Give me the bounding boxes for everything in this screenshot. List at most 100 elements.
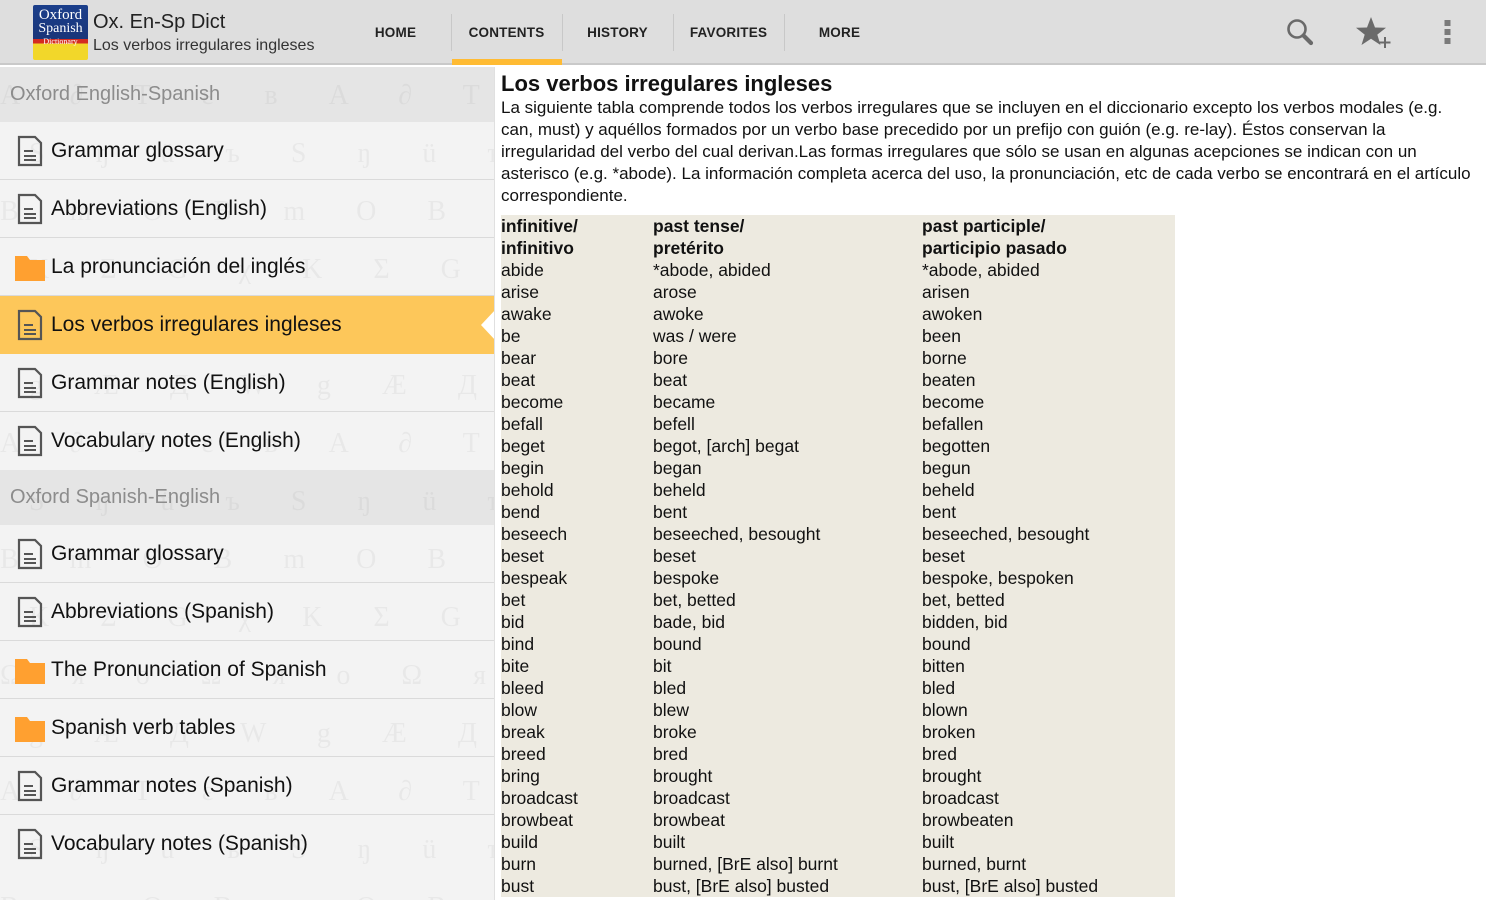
table-row: abide *abode, abided *abode, abided <box>501 259 1175 281</box>
sidebar-item-label: Spanish verb tables <box>51 715 236 739</box>
table-row: befall befell befallen <box>501 413 1175 435</box>
past-tense-cell: bound <box>653 634 702 654</box>
logo-line-3: Dictionary <box>43 37 78 46</box>
sidebar-item-grammar-glossary-en[interactable]: Grammar glossary <box>0 122 494 180</box>
past-tense-cell: beheld <box>653 480 706 500</box>
past-tense-cell: befell <box>653 414 695 434</box>
past-tense-cell: burned, [BrE also] burnt <box>653 854 838 874</box>
infinitive-cell: bust <box>501 876 535 896</box>
sidebar-item-pronunciacion-ingles[interactable]: La pronunciación del inglés <box>0 238 494 296</box>
sidebar-item-grammar-glossary-es[interactable]: Grammar glossary <box>0 525 494 583</box>
infinitive-cell: be <box>501 326 521 346</box>
table-row: bring brought brought <box>501 765 1175 787</box>
tab-more[interactable]: MORE <box>784 0 895 65</box>
infinitive-cell: bear <box>501 348 537 368</box>
past-participle-cell: bled <box>922 678 956 698</box>
search-button[interactable] <box>1280 14 1320 50</box>
past-participle-cell: begun <box>922 458 971 478</box>
document-icon <box>17 538 43 569</box>
past-participle-cell: awoken <box>922 304 983 324</box>
past-tense-cell: blew <box>653 700 689 720</box>
past-participle-cell: become <box>922 392 985 412</box>
sidebar-item-vocabulary-notes-spanish[interactable]: Vocabulary notes (Spanish) <box>0 815 494 873</box>
sidebar-item-label: Abbreviations (English) <box>51 196 267 220</box>
sidebar-item-pronunciation-spanish[interactable]: The Pronunciation of Spanish <box>0 641 494 699</box>
table-row: bespeak bespoke bespoke, bespoken <box>501 567 1175 589</box>
table-row: beat beat beaten <box>501 369 1175 391</box>
past-participle-cell: bitten <box>922 656 965 676</box>
past-tense-cell: beseeched, besought <box>653 524 821 544</box>
header-infinitive: infinitive/infinitivo <box>501 216 578 258</box>
infinitive-cell: befall <box>501 414 543 434</box>
past-tense-cell: bore <box>653 348 689 368</box>
header-past-participle: past participle/participio pasado <box>922 216 1067 258</box>
table-row: build built built <box>501 831 1175 853</box>
past-tense-cell: bit <box>653 656 672 676</box>
infinitive-cell: blow <box>501 700 537 720</box>
past-participle-cell: beheld <box>922 480 975 500</box>
infinitive-cell: bite <box>501 656 530 676</box>
past-participle-cell: beset <box>922 546 965 566</box>
infinitive-cell: breed <box>501 744 546 764</box>
article-content: Los verbos irregulares ingleses La sigui… <box>496 67 1486 900</box>
table-row: bear bore borne <box>501 347 1175 369</box>
past-tense-cell: begot, [arch] begat <box>653 436 799 456</box>
infinitive-cell: beseech <box>501 524 568 544</box>
overflow-menu-icon <box>1444 20 1451 44</box>
tab-home[interactable]: HOME <box>340 0 451 65</box>
table-row: beset beset beset <box>501 545 1175 567</box>
table-row: begin began begun <box>501 457 1175 479</box>
infinitive-cell: bring <box>501 766 540 786</box>
tab-favorites[interactable]: FAVORITES <box>673 0 784 65</box>
infinitive-cell: arise <box>501 282 539 302</box>
table-row: arise arose arisen <box>501 281 1175 303</box>
infinitive-cell: behold <box>501 480 554 500</box>
table-row: break broke broken <box>501 721 1175 743</box>
app-logo[interactable]: Oxford Spanish Dictionary <box>33 5 88 60</box>
sidebar-item-spanish-verb-tables[interactable]: Spanish verb tables <box>0 699 494 757</box>
table-row: become became become <box>501 391 1175 413</box>
infinitive-cell: broadcast <box>501 788 578 808</box>
table-row: burn burned, [BrE also] burnt burned, burn… <box>501 853 1175 875</box>
sidebar-item-label: Grammar glossary <box>51 138 224 162</box>
app-subtitle: Los verbos irregulares ingleses <box>93 37 315 54</box>
app-title: Ox. En-Sp Dict <box>93 11 226 33</box>
infinitive-cell: burn <box>501 854 537 874</box>
past-participle-cell: bet, betted <box>922 590 1005 610</box>
past-participle-cell: borne <box>922 348 967 368</box>
article-intro: La siguiente tabla comprende todos los v… <box>501 98 1471 205</box>
infinitive-cell: bespeak <box>501 568 568 588</box>
infinitive-cell: beat <box>501 370 536 390</box>
table-row: be was / were been <box>501 325 1175 347</box>
past-participle-cell: beaten <box>922 370 976 390</box>
past-tense-cell: *abode, abided <box>653 260 771 280</box>
sidebar-item-abbreviations-english[interactable]: Abbreviations (English) <box>0 180 494 238</box>
past-tense-cell: bred <box>653 744 689 764</box>
table-row: behold beheld beheld <box>501 479 1175 501</box>
past-participle-cell: bust, [BrE also] busted <box>922 876 1099 896</box>
sidebar-item-verbos-irregulares[interactable]: Los verbos irregulares ingleses <box>0 296 494 354</box>
sidebar-item-grammar-notes-english[interactable]: Grammar notes (English) <box>0 354 494 412</box>
tab-history[interactable]: HISTORY <box>562 0 673 65</box>
overflow-menu-button[interactable] <box>1428 14 1468 50</box>
document-icon <box>17 309 43 340</box>
section-header-english-spanish: Oxford English-Spanish <box>0 67 494 122</box>
sidebar-item-abbreviations-spanish[interactable]: Abbreviations (Spanish) <box>0 583 494 641</box>
infinitive-cell: begin <box>501 458 544 478</box>
table-row: bleed bled bled <box>501 677 1175 699</box>
table-row: bind bound bound <box>501 633 1175 655</box>
sidebar-item-label: The Pronunciation of Spanish <box>51 657 327 681</box>
past-participle-cell: bent <box>922 502 957 522</box>
sidebar-item-vocabulary-notes-english[interactable]: Vocabulary notes (English) <box>0 412 494 470</box>
tab-contents[interactable]: CONTENTS <box>451 0 562 65</box>
infinitive-cell: abide <box>501 260 544 280</box>
add-favorite-button[interactable] <box>1354 14 1394 50</box>
past-tense-cell: became <box>653 392 716 412</box>
infinitive-cell: awake <box>501 304 552 324</box>
document-icon <box>17 770 43 801</box>
search-icon <box>1287 19 1314 46</box>
table-row: broadcast broadcast broadcast <box>501 787 1175 809</box>
tab-bar: HOME CONTENTS HISTORY FAVORITES MORE <box>340 0 895 65</box>
document-icon <box>17 367 43 398</box>
sidebar-item-grammar-notes-spanish[interactable]: Grammar notes (Spanish) <box>0 757 494 815</box>
